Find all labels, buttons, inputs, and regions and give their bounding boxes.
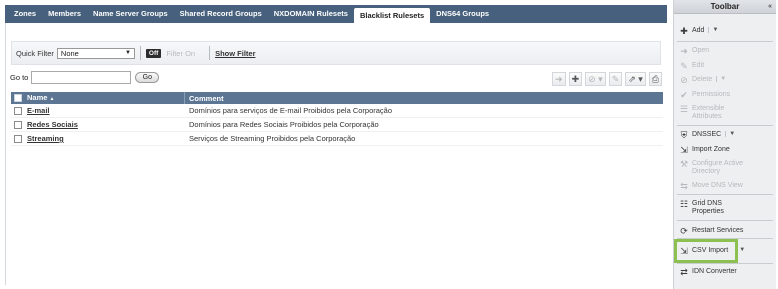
tab-dns64-groups[interactable]: DNS64 Groups: [430, 5, 495, 23]
chevron-down-icon[interactable]: ▼: [708, 27, 718, 33]
chevron-down-icon: ▼: [124, 50, 131, 56]
permissions-button[interactable]: ✔ Permissions: [678, 91, 730, 100]
plus-icon: ✚: [680, 26, 688, 36]
open-button[interactable]: ➜ Open: [678, 47, 709, 56]
quick-filter-label: Quick Filter: [16, 48, 54, 58]
divider: [677, 125, 773, 126]
column-header-comment[interactable]: Comment: [185, 94, 224, 103]
dnssec-button[interactable]: ⛨ DNSSEC ▼: [678, 130, 736, 140]
toolbar-header: Toolbar «: [674, 0, 776, 14]
show-filter-link[interactable]: Show Filter: [215, 49, 255, 58]
tab-name-server-groups[interactable]: Name Server Groups: [87, 5, 174, 23]
delete-icon: ⊘: [680, 75, 688, 85]
select-all-checkbox[interactable]: [11, 94, 25, 102]
divider: [209, 46, 211, 60]
row-checkbox[interactable]: [11, 120, 25, 129]
table-row[interactable]: E-mail Domínios para serviços de E-mail …: [11, 104, 663, 118]
row-name-link[interactable]: Redes Sociais: [25, 120, 185, 129]
column-header-name[interactable]: Name ▲: [25, 92, 185, 104]
tab-blacklist-rulesets[interactable]: Blacklist Rulesets: [353, 8, 431, 23]
divider: [677, 220, 773, 221]
divider: [677, 263, 773, 264]
quick-filter-bar: Quick Filter None ▼ Off Filter On Show F…: [11, 41, 661, 65]
row-comment: Domínios para serviços de E-mail Proibid…: [189, 106, 393, 115]
configure-active-directory-button[interactable]: ⚒ Configure Active Directory: [678, 160, 768, 176]
arrow-right-icon[interactable]: ➜: [552, 72, 566, 86]
quick-filter-value: None: [60, 48, 79, 58]
toolbar-title: Toolbar: [710, 2, 740, 11]
goto-label: Go to: [10, 73, 29, 82]
import-zone-button[interactable]: ⇲ Import Zone: [678, 146, 730, 155]
csv-import-highlight: [674, 239, 738, 263]
restart-services-button[interactable]: ⟳ Restart Services: [678, 227, 743, 236]
row-name-link[interactable]: E-mail: [25, 106, 185, 115]
main-panel: Quick Filter None ▼ Off Filter On Show F…: [5, 23, 667, 285]
delete-icon[interactable]: ⊘ ▾: [585, 72, 606, 86]
converter-icon: ⇄: [680, 267, 688, 277]
shield-icon: ⛨: [680, 130, 688, 140]
edit-button[interactable]: ✎ Edit: [678, 62, 704, 71]
row-comment: Serviços de Streaming Proibidos pela Cor…: [189, 134, 356, 143]
filter-on-label: Filter On: [166, 48, 196, 58]
table-row[interactable]: Streaming Serviços de Streaming Proibido…: [11, 132, 663, 146]
move-icon: ⇆: [680, 181, 688, 191]
table-row[interactable]: Redes Sociais Domínios para Redes Sociai…: [11, 118, 663, 132]
edit-icon: ✎: [680, 61, 688, 71]
row-checkbox[interactable]: [11, 134, 25, 143]
list-icon: ☰: [679, 104, 689, 114]
grid-dns-properties-button[interactable]: ☷ Grid DNS Properties: [678, 200, 758, 216]
arrow-right-icon: ➜: [680, 46, 688, 56]
row-checkbox[interactable]: [11, 106, 25, 115]
quick-filter-select[interactable]: None ▼: [56, 47, 135, 59]
goto-input[interactable]: [31, 71, 132, 84]
row-comment: Domínios para Redes Sociais Proibidos pe…: [189, 120, 379, 129]
move-dns-view-button[interactable]: ⇆ Move DNS View: [678, 182, 743, 191]
sort-ascending-icon: ▲: [49, 96, 55, 102]
properties-icon: ☷: [679, 199, 689, 209]
tab-nxdomain-rulesets[interactable]: NXDOMAIN Rulesets: [268, 5, 354, 23]
grid-header: Name ▲ Comment: [11, 92, 663, 104]
edit-icon[interactable]: ✎: [608, 72, 623, 86]
plus-icon[interactable]: ✚: [568, 72, 583, 86]
export-icon[interactable]: ⇗ ▾: [625, 72, 646, 86]
tab-shared-record-groups[interactable]: Shared Record Groups: [174, 5, 268, 23]
tab-zones[interactable]: Zones: [8, 5, 42, 23]
divider: [677, 194, 773, 195]
chevron-down-icon[interactable]: ▼: [716, 76, 726, 82]
collapse-icon[interactable]: «: [768, 3, 772, 10]
import-icon: ⇲: [680, 145, 688, 155]
goto-bar: Go to Go: [10, 71, 160, 84]
add-button[interactable]: ✚ Add ▼: [678, 27, 718, 36]
check-icon: ✔: [680, 90, 688, 100]
extensible-attributes-button[interactable]: ☰ Extensible Attributes: [678, 105, 758, 121]
delete-button[interactable]: ⊘ Delete ▼: [678, 76, 726, 85]
tab-members[interactable]: Members: [42, 5, 87, 23]
filter-toggle[interactable]: Off: [145, 48, 162, 58]
idn-converter-button[interactable]: ⇄ IDN Converter: [678, 268, 737, 277]
chevron-down-icon[interactable]: ▼: [725, 131, 735, 137]
divider: [139, 46, 141, 60]
grid-toolbar: ➜ ✚ ⊘ ▾ ✎ ⇗ ▾ ⎙: [522, 71, 662, 87]
print-icon[interactable]: ⎙: [648, 72, 662, 86]
restart-icon: ⟳: [680, 226, 688, 236]
row-name-link[interactable]: Streaming: [25, 134, 185, 143]
blacklist-grid: Name ▲ Comment E-mail Domínios para serv…: [11, 92, 663, 146]
wrench-icon: ⚒: [679, 159, 689, 169]
go-button[interactable]: Go: [135, 72, 160, 83]
tab-bar: Zones Members Name Server Groups Shared …: [5, 5, 667, 23]
divider: [677, 41, 773, 42]
